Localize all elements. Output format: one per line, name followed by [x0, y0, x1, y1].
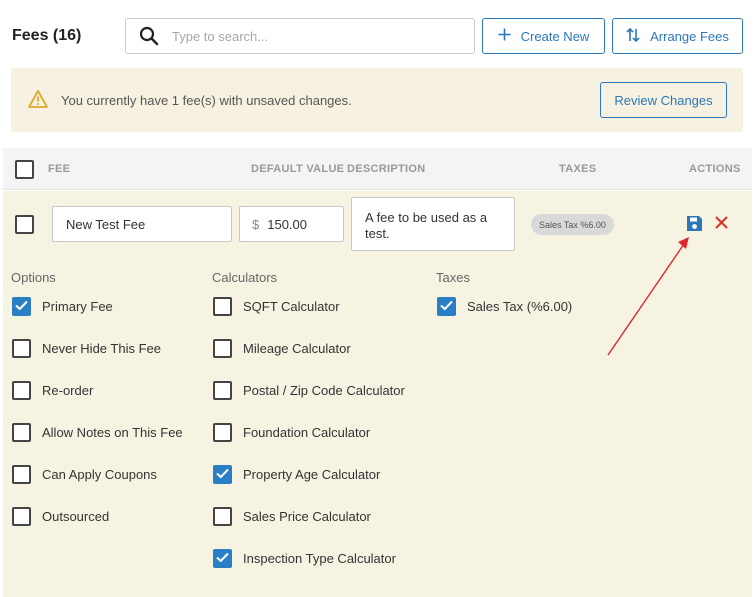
checkmark-icon — [216, 467, 229, 482]
option-coupons-checkbox[interactable] — [12, 465, 31, 484]
taxes-heading: Taxes — [436, 270, 470, 285]
tax-sales-label: Sales Tax (%6.00) — [467, 299, 573, 314]
create-new-button[interactable]: Create New — [482, 18, 605, 54]
option-allow-notes-checkbox[interactable] — [12, 423, 31, 442]
calc-sales-price-checkbox[interactable] — [213, 507, 232, 526]
calculators-heading: Calculators — [212, 270, 278, 285]
option-reorder-checkbox[interactable] — [12, 381, 31, 400]
options-heading: Options — [11, 270, 56, 285]
search-box[interactable] — [125, 18, 475, 54]
default-value-text: 150.00 — [267, 217, 307, 232]
page-header: Fees (16) Create New Arrange Fees — [0, 0, 754, 70]
calc-sales-price-label: Sales Price Calculator — [243, 509, 371, 524]
table-header: FEE DEFAULT VALUE DESCRIPTION TAXES ACTI… — [3, 148, 752, 190]
option-reorder-label: Re-order — [42, 383, 94, 398]
plus-icon — [498, 28, 511, 44]
calc-foundation-checkbox[interactable] — [213, 423, 232, 442]
close-icon[interactable] — [714, 215, 729, 233]
create-new-label: Create New — [520, 28, 590, 44]
page-title: Fees (16) — [12, 27, 82, 44]
column-taxes: TAXES — [559, 163, 597, 175]
calc-postal-checkbox[interactable] — [213, 381, 232, 400]
column-description: DESCRIPTION — [347, 163, 426, 175]
arrange-fees-label: Arrange Fees — [650, 28, 729, 44]
calc-mileage-checkbox[interactable] — [213, 339, 232, 358]
calc-inspection-type-label: Inspection Type Calculator — [243, 551, 396, 566]
calc-foundation-label: Foundation Calculator — [243, 425, 371, 440]
checkmark-icon — [15, 299, 28, 314]
calc-postal-label: Postal / Zip Code Calculator — [243, 383, 405, 398]
checkmark-icon — [440, 299, 453, 314]
option-coupons-label: Can Apply Coupons — [42, 467, 157, 482]
checkmark-icon — [216, 551, 229, 566]
option-outsourced-checkbox[interactable] — [12, 507, 31, 526]
arrange-fees-button[interactable]: Arrange Fees — [612, 18, 743, 54]
search-icon — [126, 26, 172, 46]
calc-inspection-type-checkbox[interactable] — [213, 549, 232, 568]
warning-icon — [28, 90, 48, 111]
column-fee: FEE — [48, 163, 71, 175]
option-allow-notes-label: Allow Notes on This Fee — [42, 425, 183, 440]
option-outsourced-label: Outsourced — [42, 509, 110, 524]
calc-mileage-label: Mileage Calculator — [243, 341, 351, 356]
calc-property-age-checkbox[interactable] — [213, 465, 232, 484]
option-primary-fee-label: Primary Fee — [42, 299, 113, 314]
option-never-hide-checkbox[interactable] — [12, 339, 31, 358]
calc-sqft-checkbox[interactable] — [213, 297, 232, 316]
unsaved-changes-alert: You currently have 1 fee(s) with unsaved… — [11, 68, 743, 132]
search-input[interactable] — [172, 28, 462, 44]
column-default-value: DEFAULT VALUE — [251, 163, 345, 175]
default-value-input[interactable]: $ 150.00 — [239, 206, 344, 242]
fee-name-input[interactable]: New Test Fee — [52, 206, 232, 242]
tax-sales-checkbox[interactable] — [437, 297, 456, 316]
sort-arrows-icon — [626, 27, 640, 46]
description-input[interactable]: A fee to be used as a test. — [351, 197, 515, 251]
currency-symbol: $ — [252, 217, 260, 232]
column-actions: ACTIONS — [689, 163, 741, 175]
review-changes-button[interactable]: Review Changes — [600, 82, 727, 118]
option-never-hide-label: Never Hide This Fee — [42, 341, 161, 356]
row-select-checkbox[interactable] — [15, 215, 34, 234]
select-all-checkbox[interactable] — [15, 160, 34, 179]
calc-sqft-label: SQFT Calculator — [243, 299, 340, 314]
annotation-arrow-icon — [607, 237, 689, 356]
option-primary-fee-checkbox[interactable] — [12, 297, 31, 316]
alert-message: You currently have 1 fee(s) with unsaved… — [61, 93, 352, 108]
calc-property-age-label: Property Age Calculator — [243, 467, 381, 482]
